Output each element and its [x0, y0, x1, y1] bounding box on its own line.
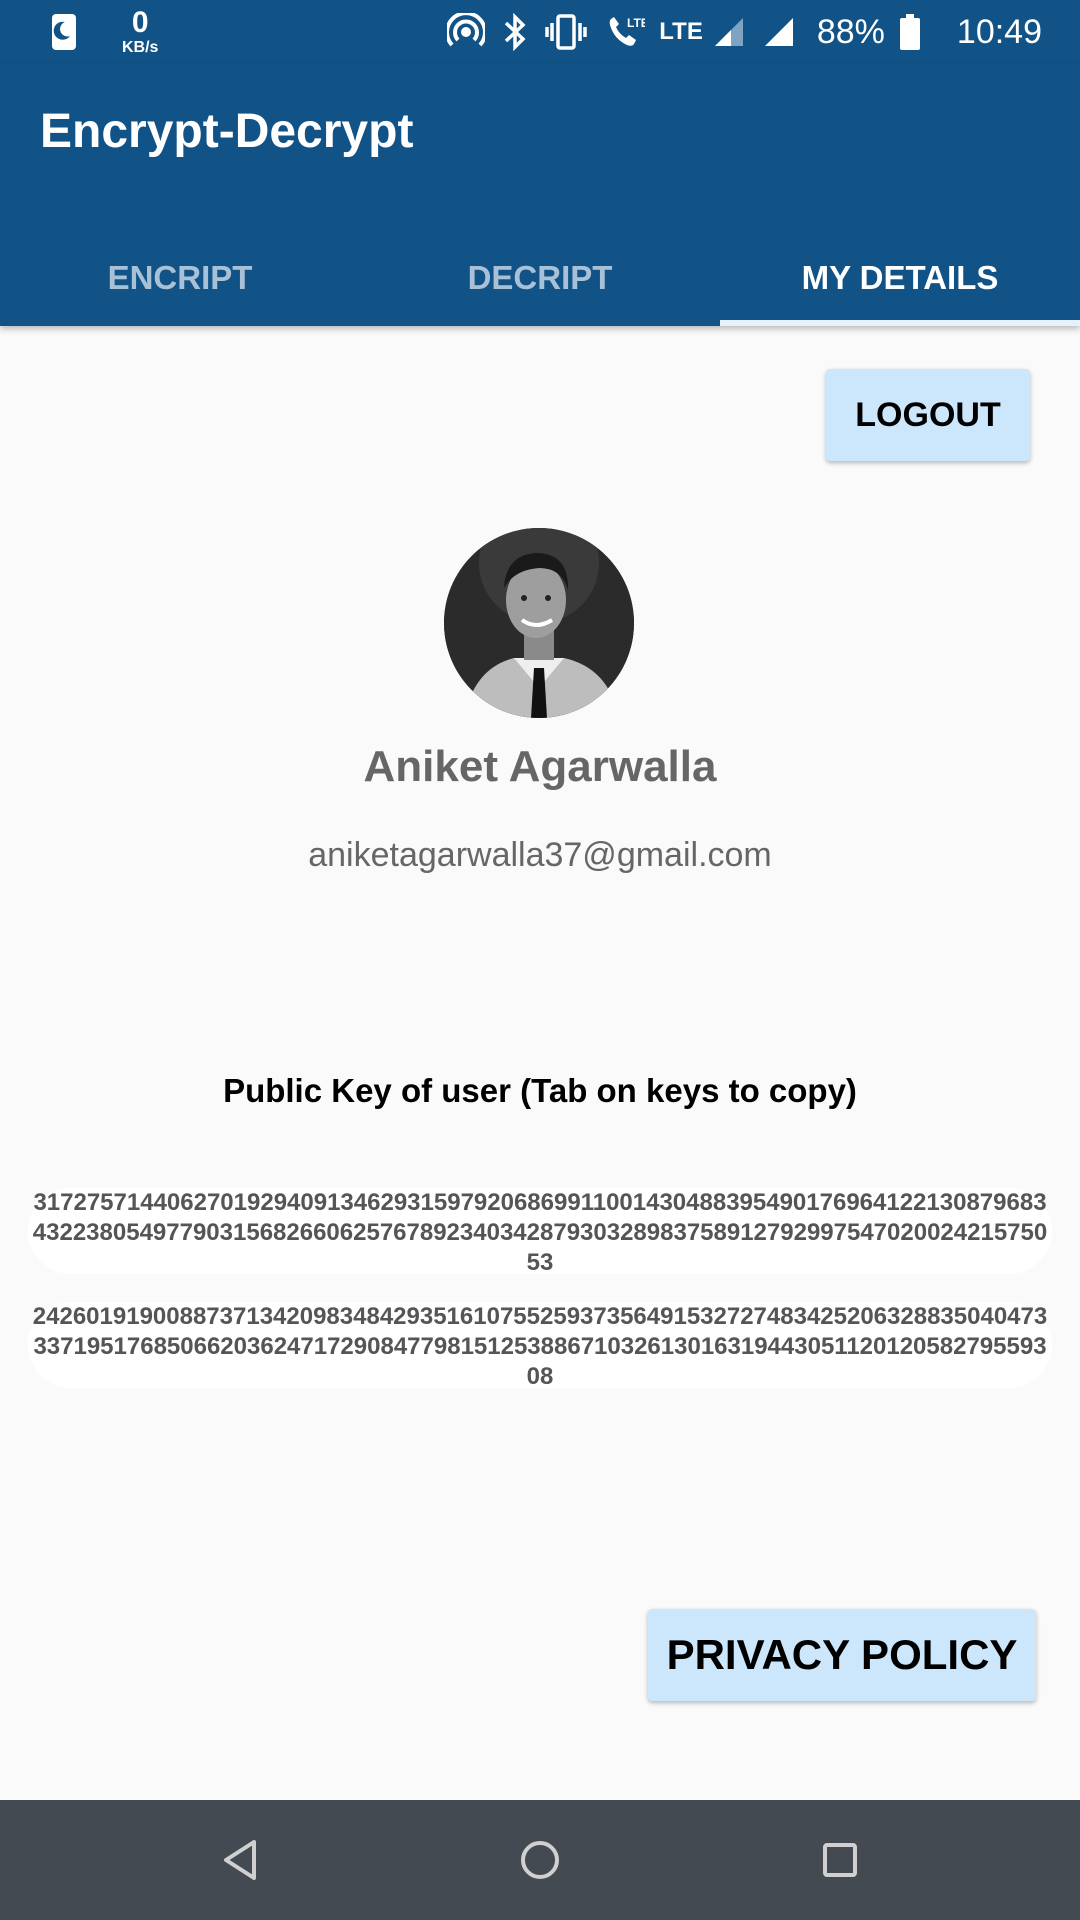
public-key-1[interactable]: 3172757144062701929409134629315979206869…: [28, 1188, 1052, 1276]
speed-value: 0: [131, 6, 149, 39]
status-left: 0 KB/s: [50, 8, 158, 56]
user-name: Aniket Agarwalla: [363, 742, 717, 791]
public-key-2[interactable]: 2426019190088737134209834842935161075525…: [28, 1302, 1052, 1390]
tab-encript[interactable]: ENCRIPT: [0, 230, 360, 326]
home-icon[interactable]: [510, 1830, 570, 1890]
status-bar: 0 KB/s LTE LTE 88% 10:49: [0, 0, 1080, 64]
status-right: LTE LTE 88% 10:49: [429, 0, 1042, 64]
bluetooth-icon: [503, 13, 527, 51]
volte-label: LTE: [627, 16, 645, 30]
privacy-policy-button[interactable]: PRIVACY POLICY: [648, 1609, 1036, 1701]
battery-icon: [899, 13, 921, 51]
public-key-heading: Public Key of user (Tab on keys to copy): [223, 1072, 857, 1109]
logout-button[interactable]: LOGOUT: [826, 369, 1030, 461]
avatar: [444, 528, 634, 718]
navigation-bar: [0, 1800, 1080, 1920]
user-email: aniketagarwalla37@gmail.com: [308, 836, 772, 874]
vibrate-icon: [545, 13, 588, 51]
recents-icon[interactable]: [810, 1830, 870, 1890]
speed-unit: KB/s: [122, 39, 159, 56]
night-mode-icon: [50, 12, 78, 52]
tab-my-details[interactable]: MY DETAILS: [720, 230, 1080, 326]
battery-percent: 88%: [816, 12, 885, 51]
app-title: Encrypt-Decrypt: [40, 105, 414, 158]
app-bar: Encrypt-Decrypt ENCRIPT DECRIPT MY DETAI…: [0, 64, 1080, 326]
signal-icon: [713, 16, 745, 48]
back-icon[interactable]: [210, 1830, 270, 1890]
clock: 10:49: [956, 12, 1042, 51]
tab-decript[interactable]: DECRIPT: [360, 230, 720, 326]
volte-call-icon: LTE: [605, 13, 645, 51]
lte-label: LTE: [659, 18, 703, 45]
hotspot-icon: [447, 13, 486, 51]
network-speed: 0 KB/s: [122, 8, 158, 56]
tab-bar: ENCRIPT DECRIPT MY DETAILS: [0, 230, 1080, 326]
signal-icon: [763, 16, 795, 48]
